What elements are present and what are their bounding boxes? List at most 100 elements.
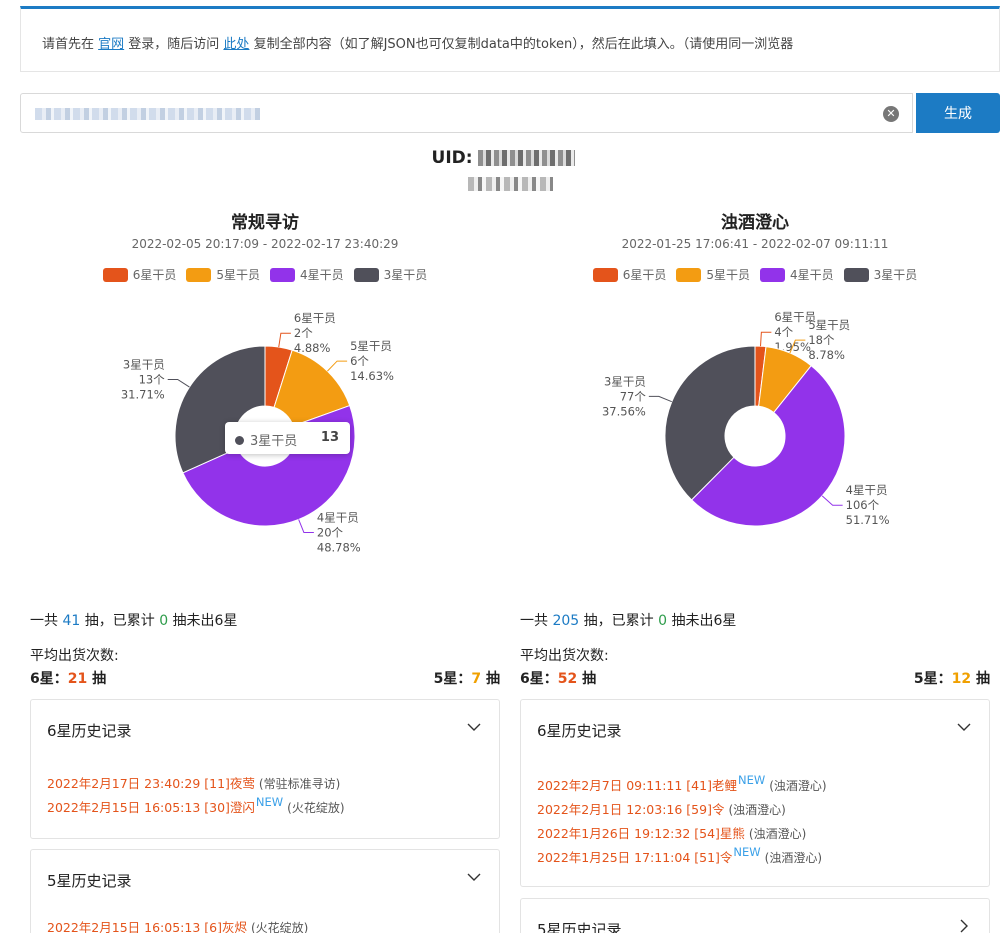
five-star-record-list: 2022年2月15日 16:05:13 [6]灰烬 (火花绽放) bbox=[31, 916, 499, 933]
summary-suffix: 抽未出6星 bbox=[667, 613, 737, 629]
pie-label-three: 37.56% bbox=[602, 404, 646, 418]
card-title: 5星历史记录 bbox=[537, 921, 622, 933]
total-pulls: 205 bbox=[552, 613, 580, 629]
tooltip-dot bbox=[235, 436, 244, 445]
official-site-link[interactable]: 官网 bbox=[98, 37, 124, 52]
pie-leader-line-six bbox=[278, 332, 291, 348]
six-star-history-toggle[interactable]: 6星历史记录 bbox=[521, 700, 989, 756]
pie-label-six: 2个 bbox=[294, 326, 313, 340]
five-star-history-toggle[interactable]: 5星历史记录 bbox=[521, 899, 989, 933]
new-badge: NEW bbox=[255, 795, 284, 809]
legend-item-three[interactable]: 3星干员 bbox=[843, 266, 918, 283]
legend-item-five[interactable]: 5星干员 bbox=[186, 266, 260, 283]
generate-button[interactable]: 生成 bbox=[916, 93, 1000, 133]
clear-circle-icon[interactable]: ✕ bbox=[883, 106, 899, 122]
pie-label-five: 18个 bbox=[808, 333, 835, 347]
token-page-link[interactable]: 此处 bbox=[223, 37, 249, 52]
six-star-avg-label: 6星： bbox=[30, 671, 68, 687]
card-title: 6星历史记录 bbox=[537, 722, 622, 740]
history-record: 2022年2月15日 16:05:13 [30]澄闪NEW (火花绽放) bbox=[47, 795, 499, 820]
legend-item-four[interactable]: 4星干员 bbox=[760, 266, 834, 283]
legend-item-six[interactable]: 6星干员 bbox=[102, 266, 177, 283]
summary-suffix: 抽未出6星 bbox=[168, 613, 238, 629]
total-pulls: 41 bbox=[62, 613, 81, 629]
five-star-history-card: 5星历史记录 bbox=[520, 898, 990, 933]
pie-label-four: 51.71% bbox=[846, 513, 890, 527]
pull-summary: 一共 205 抽，已累计 0 抽未出6星 bbox=[520, 610, 736, 630]
legend-swatch bbox=[843, 267, 869, 282]
legend-label: 5星干员 bbox=[706, 268, 750, 282]
legend-swatch bbox=[102, 267, 128, 282]
notice-mid: 登录，随后访问 bbox=[124, 37, 224, 52]
token-row: ✕ 生成 bbox=[20, 93, 1000, 133]
notice-prefix: 请首先在 bbox=[42, 37, 99, 52]
pie-label-four: 20个 bbox=[317, 525, 344, 539]
avg-unit: 抽 bbox=[481, 671, 500, 687]
pie-label-four: 106个 bbox=[846, 498, 880, 512]
history-record: 2022年2月15日 16:05:13 [6]灰烬 (火花绽放) bbox=[47, 916, 499, 933]
five-star-avg-value: 12 bbox=[951, 671, 972, 687]
legend-swatch bbox=[186, 267, 212, 282]
pie-label-five: 5星干员 bbox=[808, 318, 850, 332]
pool-title: 浊酒澄心 bbox=[721, 213, 789, 233]
pie-label-three: 3星干员 bbox=[123, 357, 165, 371]
uid-label: UID: bbox=[431, 148, 473, 168]
obscured-uid bbox=[478, 150, 576, 166]
average-row: 6星：52 抽 5星：12 抽 bbox=[520, 668, 990, 688]
pool-date-range: 2022-02-05 20:17:09 - 2022-02-17 23:40:2… bbox=[131, 237, 399, 251]
legend-label: 4星干员 bbox=[300, 268, 344, 282]
legend-item-five[interactable]: 5星干员 bbox=[676, 266, 750, 283]
history-record: 2022年2月17日 23:40:29 [11]夜莺 (常驻标准寻访) bbox=[47, 772, 499, 796]
chart-legend: 6星干员 5星干员 4星干员 3星干员 bbox=[20, 266, 510, 283]
legend-swatch bbox=[270, 267, 295, 282]
card-title: 6星历史记录 bbox=[47, 722, 132, 740]
pie-label-six: 6星干员 bbox=[294, 311, 336, 325]
record-text: 2022年2月7日 09:11:11 [41]老鲤 bbox=[537, 778, 737, 793]
pie-leader-line-six bbox=[760, 331, 772, 347]
pity-count: 0 bbox=[658, 613, 668, 629]
tooltip-value: 13 bbox=[320, 430, 339, 445]
chevron-down-icon bbox=[467, 873, 481, 881]
record-text: 2022年1月26日 19:12:32 [54]星熊 bbox=[537, 826, 745, 841]
legend-item-three[interactable]: 3星干员 bbox=[353, 266, 427, 283]
record-pool: (火花绽放) bbox=[287, 801, 345, 815]
record-text: 2022年2月15日 16:05:13 [6]灰烬 bbox=[47, 920, 247, 933]
record-text: 2022年1月25日 17:11:04 [51]令 bbox=[537, 850, 733, 865]
five-star-avg-label: 5星： bbox=[913, 671, 952, 687]
avg-unit: 抽 bbox=[87, 671, 107, 687]
summary-mid: 抽，已累计 bbox=[579, 613, 659, 629]
legend-swatch bbox=[353, 267, 379, 282]
five-star-avg-label: 5星： bbox=[433, 671, 472, 687]
token-input[interactable]: ✕ bbox=[20, 93, 913, 133]
pie-label-six: 4个 bbox=[774, 325, 793, 339]
pie-label-five: 14.63% bbox=[350, 369, 394, 383]
pie-leader-line-four bbox=[298, 519, 314, 533]
pie-label-five: 8.78% bbox=[808, 348, 845, 362]
legend-swatch bbox=[676, 267, 702, 282]
legend-label: 3星干员 bbox=[873, 268, 918, 282]
pull-summary: 一共 41 抽，已累计 0 抽未出6星 bbox=[30, 610, 237, 630]
pie-leader-line-three bbox=[648, 395, 672, 403]
legend-swatch bbox=[592, 267, 618, 282]
uid-line: UID: bbox=[0, 148, 1007, 168]
record-pool: (火花绽放) bbox=[250, 921, 309, 933]
pie-leader-line-three bbox=[167, 378, 190, 388]
history-record: 2022年1月25日 17:11:04 [51]令NEW (浊酒澄心) bbox=[537, 845, 989, 870]
six-star-history-toggle[interactable]: 6星历史记录 bbox=[31, 700, 499, 756]
legend-item-six[interactable]: 6星干员 bbox=[592, 266, 666, 283]
pool-title: 常规寻访 bbox=[231, 213, 299, 233]
pie-label-three: 13个 bbox=[139, 372, 166, 386]
legend-label: 5星干员 bbox=[216, 268, 260, 282]
summary-mid: 抽，已累计 bbox=[80, 613, 160, 629]
five-star-history-toggle[interactable]: 5星历史记录 bbox=[31, 850, 499, 906]
pie-leader-line-five bbox=[327, 360, 348, 372]
five-star-history-card: 5星历史记录 2022年2月15日 16:05:13 [6]灰烬 (火花绽放) bbox=[30, 849, 500, 933]
average-row: 6星：21 抽 5星：7 抽 bbox=[30, 668, 500, 688]
obscured-token-value bbox=[35, 108, 260, 120]
legend-label: 6星干员 bbox=[132, 268, 177, 282]
new-badge: NEW bbox=[733, 845, 761, 859]
legend-swatch bbox=[760, 267, 785, 282]
pie-label-four: 4星干员 bbox=[317, 510, 359, 524]
legend-item-four[interactable]: 4星干员 bbox=[270, 266, 344, 283]
record-text: 2022年2月15日 16:05:13 [30]澄闪 bbox=[47, 800, 255, 815]
